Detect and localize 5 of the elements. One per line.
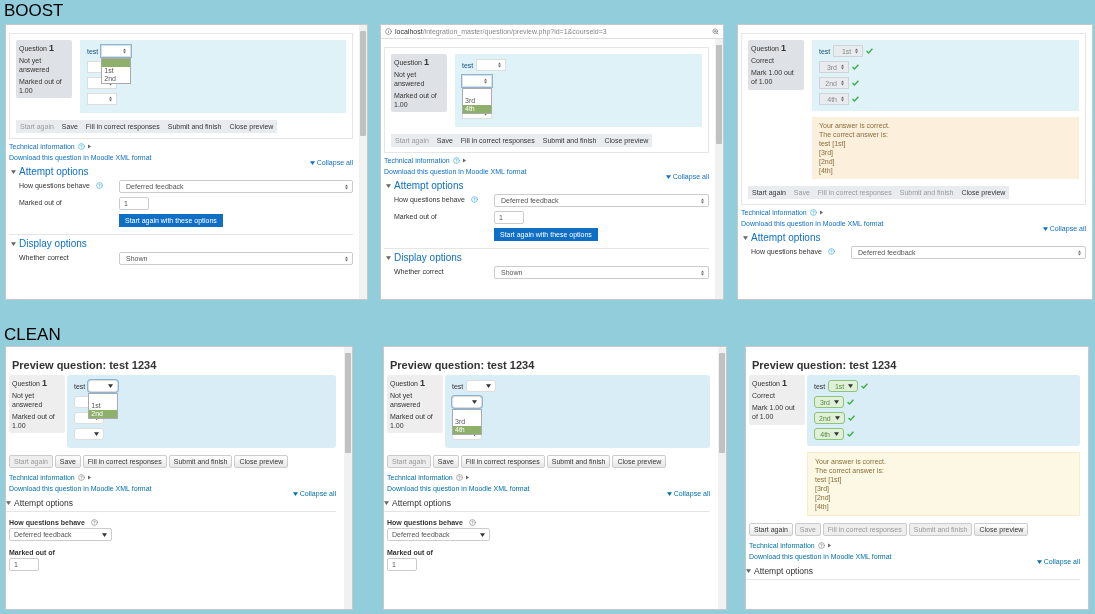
page-title: Preview question: test 1234 bbox=[752, 359, 898, 371]
page-title: Preview question: test 1234 bbox=[12, 359, 158, 371]
section-label: BOOST bbox=[3, 0, 65, 22]
page-title: Preview question: test 1234 bbox=[390, 359, 536, 371]
section-label: CLEAN bbox=[3, 324, 62, 346]
